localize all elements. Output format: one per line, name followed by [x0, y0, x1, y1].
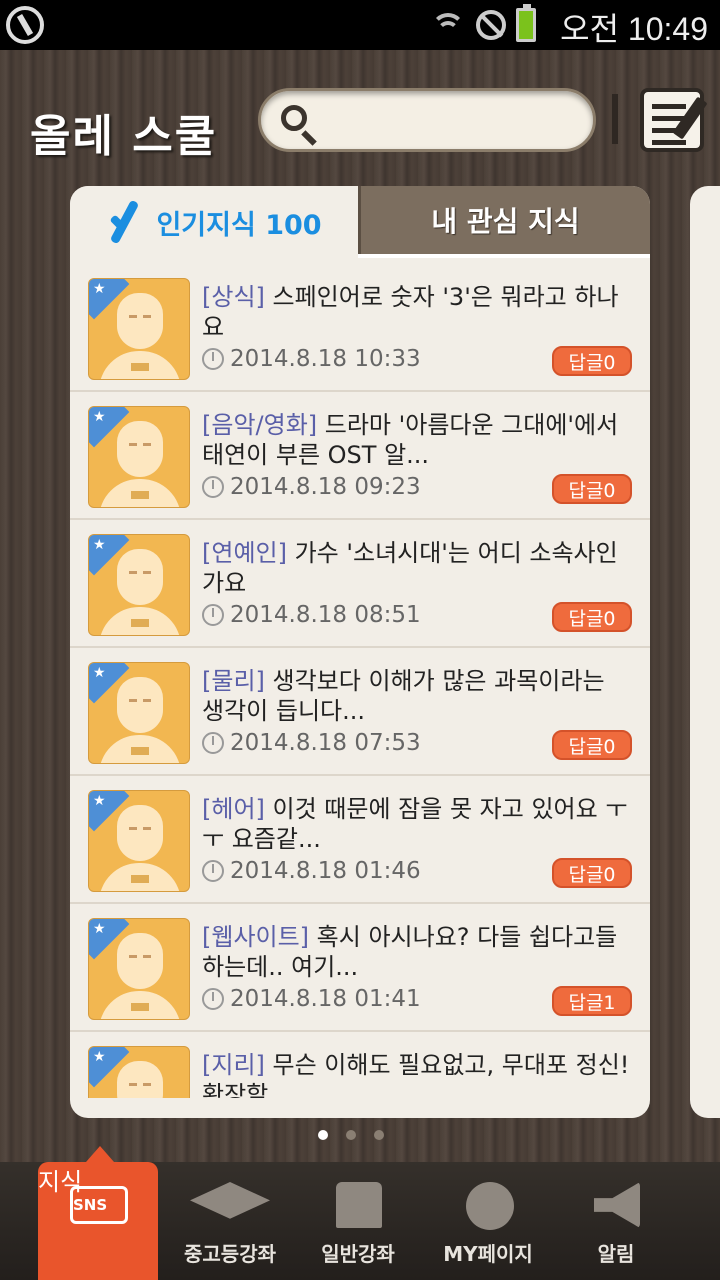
- nav-item-secondary-courses[interactable]: 중고등강좌: [170, 1162, 290, 1280]
- avatar: ★: [88, 278, 190, 380]
- tab-interest[interactable]: 내 관심 지식: [358, 186, 650, 254]
- no-signal-icon: [476, 10, 506, 40]
- nav-item-notifications[interactable]: 알림: [556, 1162, 676, 1280]
- post-title: [상식] 스페인어로 숫자 '3'은 뭐라고 하나요: [202, 282, 634, 342]
- post-date: 2014.8.18 09:23: [230, 474, 421, 500]
- star-icon: ★: [93, 281, 106, 297]
- page-indicator: [318, 1130, 384, 1140]
- reply-count-badge[interactable]: 답글0: [552, 858, 632, 888]
- nav-label: 일반강좌: [321, 1242, 395, 1266]
- nav-label: MY페이지: [443, 1242, 533, 1266]
- nav-label: 알림: [597, 1242, 635, 1266]
- search-icon: [281, 105, 307, 131]
- post-category: [상식]: [202, 283, 265, 311]
- post-category: [음악/영화]: [202, 411, 318, 439]
- post-title: [연예인] 가수 '소녀시대'는 어디 소속사인가요: [202, 538, 634, 598]
- reply-count-badge[interactable]: 답글1: [552, 986, 632, 1016]
- status-clock: 오전 10:49: [560, 11, 708, 47]
- star-icon: ★: [93, 921, 106, 937]
- post-date: 2014.8.18 10:33: [230, 346, 421, 372]
- post-category: [물리]: [202, 667, 265, 695]
- post-category: [헤어]: [202, 795, 265, 823]
- post-date: 2014.8.18 07:53: [230, 730, 421, 756]
- star-icon: ★: [93, 409, 106, 425]
- accessibility-icon: [6, 6, 44, 44]
- list-item[interactable]: ★ [물리] 생각보다 이해가 많은 과목이라는 생각이 듭니다... 2014…: [70, 648, 650, 776]
- star-icon: ★: [93, 665, 106, 681]
- star-icon: ★: [93, 1049, 106, 1065]
- list-item[interactable]: ★ [웹사이트] 혹시 아시나요? 다들 쉽다고들 하는데.. 여기... 20…: [70, 904, 650, 1032]
- post-date: 2014.8.18 08:51: [230, 602, 421, 628]
- battery-icon: [516, 4, 536, 42]
- page-dot: [318, 1130, 328, 1140]
- avatar: ★: [88, 406, 190, 508]
- page-dot: [374, 1130, 384, 1140]
- nav-item-knowledge[interactable]: SNS 지식: [38, 1146, 158, 1280]
- book-icon: [336, 1182, 382, 1228]
- reply-count-badge[interactable]: 답글0: [552, 346, 632, 376]
- megaphone-icon: [594, 1182, 640, 1228]
- nav-label: 중고등강좌: [184, 1242, 276, 1266]
- nav-item-general-courses[interactable]: 일반강좌: [298, 1162, 418, 1280]
- post-title-text: 이것 때문에 잠을 못 자고 있어요 ㅜㅜ 요즘같...: [202, 795, 628, 853]
- bottom-nav: SNS 지식 중고등강좌 일반강좌 MY페이지 알림: [0, 1146, 720, 1280]
- next-card-peek[interactable]: [690, 186, 720, 1118]
- post-title-text: 스페인어로 숫자 '3'은 뭐라고 하나요: [202, 283, 619, 341]
- person-icon: [466, 1182, 514, 1230]
- reply-count-badge[interactable]: 답글0: [552, 474, 632, 504]
- post-title: [음악/영화] 드라마 '아름다운 그대에'에서 태연이 부른 OST 알...: [202, 410, 634, 470]
- checkmark-icon: [106, 197, 150, 247]
- list-item[interactable]: ★ [음악/영화] 드라마 '아름다운 그대에'에서 태연이 부른 OST 알.…: [70, 392, 650, 520]
- avatar: ★: [88, 790, 190, 892]
- clock-icon: [202, 604, 224, 626]
- clock-icon: [202, 348, 224, 370]
- clock-icon: [202, 860, 224, 882]
- post-title: [지리] 무슨 이해도 필요없고, 무대포 정신! 확장할 ...: [202, 1050, 634, 1098]
- post-title-text: 무슨 이해도 필요없고, 무대포 정신! 확장할 ...: [202, 1051, 630, 1098]
- avatar: ★: [88, 662, 190, 764]
- nav-item-my-page[interactable]: MY페이지: [428, 1162, 548, 1280]
- header-divider: [612, 94, 618, 144]
- reply-count-badge[interactable]: 답글0: [552, 730, 632, 760]
- post-category: [웹사이트]: [202, 923, 310, 951]
- knowledge-card: 인기지식 100 내 관심 지식 ★ [상식] 스페인어로 숫자 '3'은 뭐라…: [70, 186, 650, 1118]
- post-category: [연예인]: [202, 539, 287, 567]
- graduation-cap-icon: [190, 1182, 270, 1219]
- tab-popular[interactable]: 인기지식 100: [70, 186, 358, 258]
- list-item[interactable]: ★ [상식] 스페인어로 숫자 '3'은 뭐라고 하나요 2014.8.18 1…: [70, 264, 650, 392]
- post-title: [웹사이트] 혹시 아시나요? 다들 쉽다고들 하는데.. 여기...: [202, 922, 634, 982]
- tab-bar: 인기지식 100 내 관심 지식: [70, 186, 650, 258]
- post-title: [헤어] 이것 때문에 잠을 못 자고 있어요 ㅜㅜ 요즘같...: [202, 794, 634, 854]
- tab-popular-label: 인기지식 100: [156, 209, 322, 241]
- clock-icon: [202, 988, 224, 1010]
- page-dot: [346, 1130, 356, 1140]
- avatar: ★: [88, 918, 190, 1020]
- star-icon: ★: [93, 793, 106, 809]
- post-title: [물리] 생각보다 이해가 많은 과목이라는 생각이 듭니다...: [202, 666, 634, 726]
- list-item[interactable]: ★ [지리] 무슨 이해도 필요없고, 무대포 정신! 확장할 ...: [70, 1032, 650, 1098]
- reply-count-badge[interactable]: 답글0: [552, 602, 632, 632]
- write-button[interactable]: [640, 88, 708, 152]
- avatar: ★: [88, 1046, 190, 1098]
- search-box[interactable]: [258, 88, 596, 152]
- list-item[interactable]: ★ [헤어] 이것 때문에 잠을 못 자고 있어요 ㅜㅜ 요즘같... 2014…: [70, 776, 650, 904]
- tab-interest-label: 내 관심 지식: [431, 205, 580, 238]
- star-icon: ★: [93, 537, 106, 553]
- app-title: 올레 스쿨: [30, 111, 218, 162]
- tab-underline: [358, 254, 650, 258]
- clock-icon: [202, 476, 224, 498]
- search-input[interactable]: [331, 101, 581, 141]
- status-bar: 오전 10:49: [0, 0, 720, 50]
- avatar: ★: [88, 534, 190, 636]
- sns-icon: SNS: [70, 1186, 128, 1224]
- clock-icon: [202, 732, 224, 754]
- post-date: 2014.8.18 01:46: [230, 858, 421, 884]
- post-list[interactable]: ★ [상식] 스페인어로 숫자 '3'은 뭐라고 하나요 2014.8.18 1…: [70, 264, 650, 1098]
- list-item[interactable]: ★ [연예인] 가수 '소녀시대'는 어디 소속사인가요 2014.8.18 0…: [70, 520, 650, 648]
- post-category: [지리]: [202, 1051, 265, 1079]
- wifi-icon: [430, 9, 466, 41]
- post-date: 2014.8.18 01:41: [230, 986, 421, 1012]
